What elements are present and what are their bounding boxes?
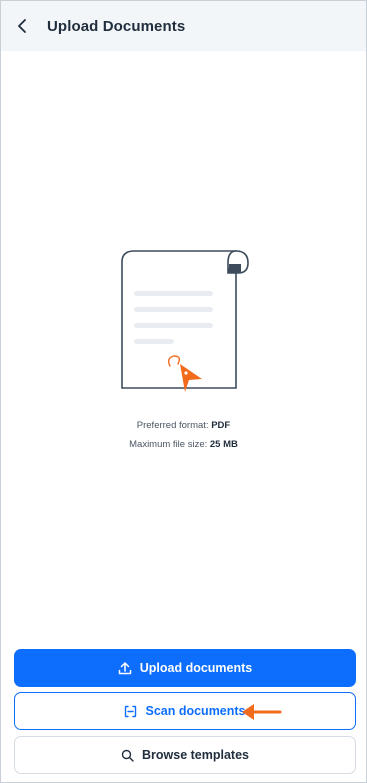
back-button[interactable] [3, 1, 43, 51]
upload-documents-button[interactable]: Upload documents [14, 649, 356, 687]
document-illustration [121, 250, 249, 392]
format-value: PDF [211, 420, 231, 431]
chevron-left-icon [18, 19, 26, 33]
search-icon [121, 749, 134, 762]
scan-documents-label: Scan documents [145, 704, 246, 718]
browse-templates-button[interactable]: Browse templates [14, 736, 356, 774]
upload-documents-label: Upload documents [139, 661, 253, 675]
header-bar: Upload Documents [1, 1, 366, 51]
format-label: Preferred format: [136, 420, 209, 431]
size-value: 25 MB [209, 439, 238, 450]
max-file-size: Maximum file size: 25 MB [0, 439, 367, 450]
preferred-format: Preferred format: PDF [0, 420, 367, 431]
upload-icon [118, 661, 132, 675]
page-title: Upload Documents [47, 17, 186, 35]
scan-documents-button[interactable]: Scan documents [14, 692, 356, 730]
browse-templates-label: Browse templates [142, 748, 249, 762]
size-label: Maximum file size: [129, 439, 208, 450]
scan-icon [124, 705, 137, 718]
arrow-left-icon [242, 704, 282, 720]
